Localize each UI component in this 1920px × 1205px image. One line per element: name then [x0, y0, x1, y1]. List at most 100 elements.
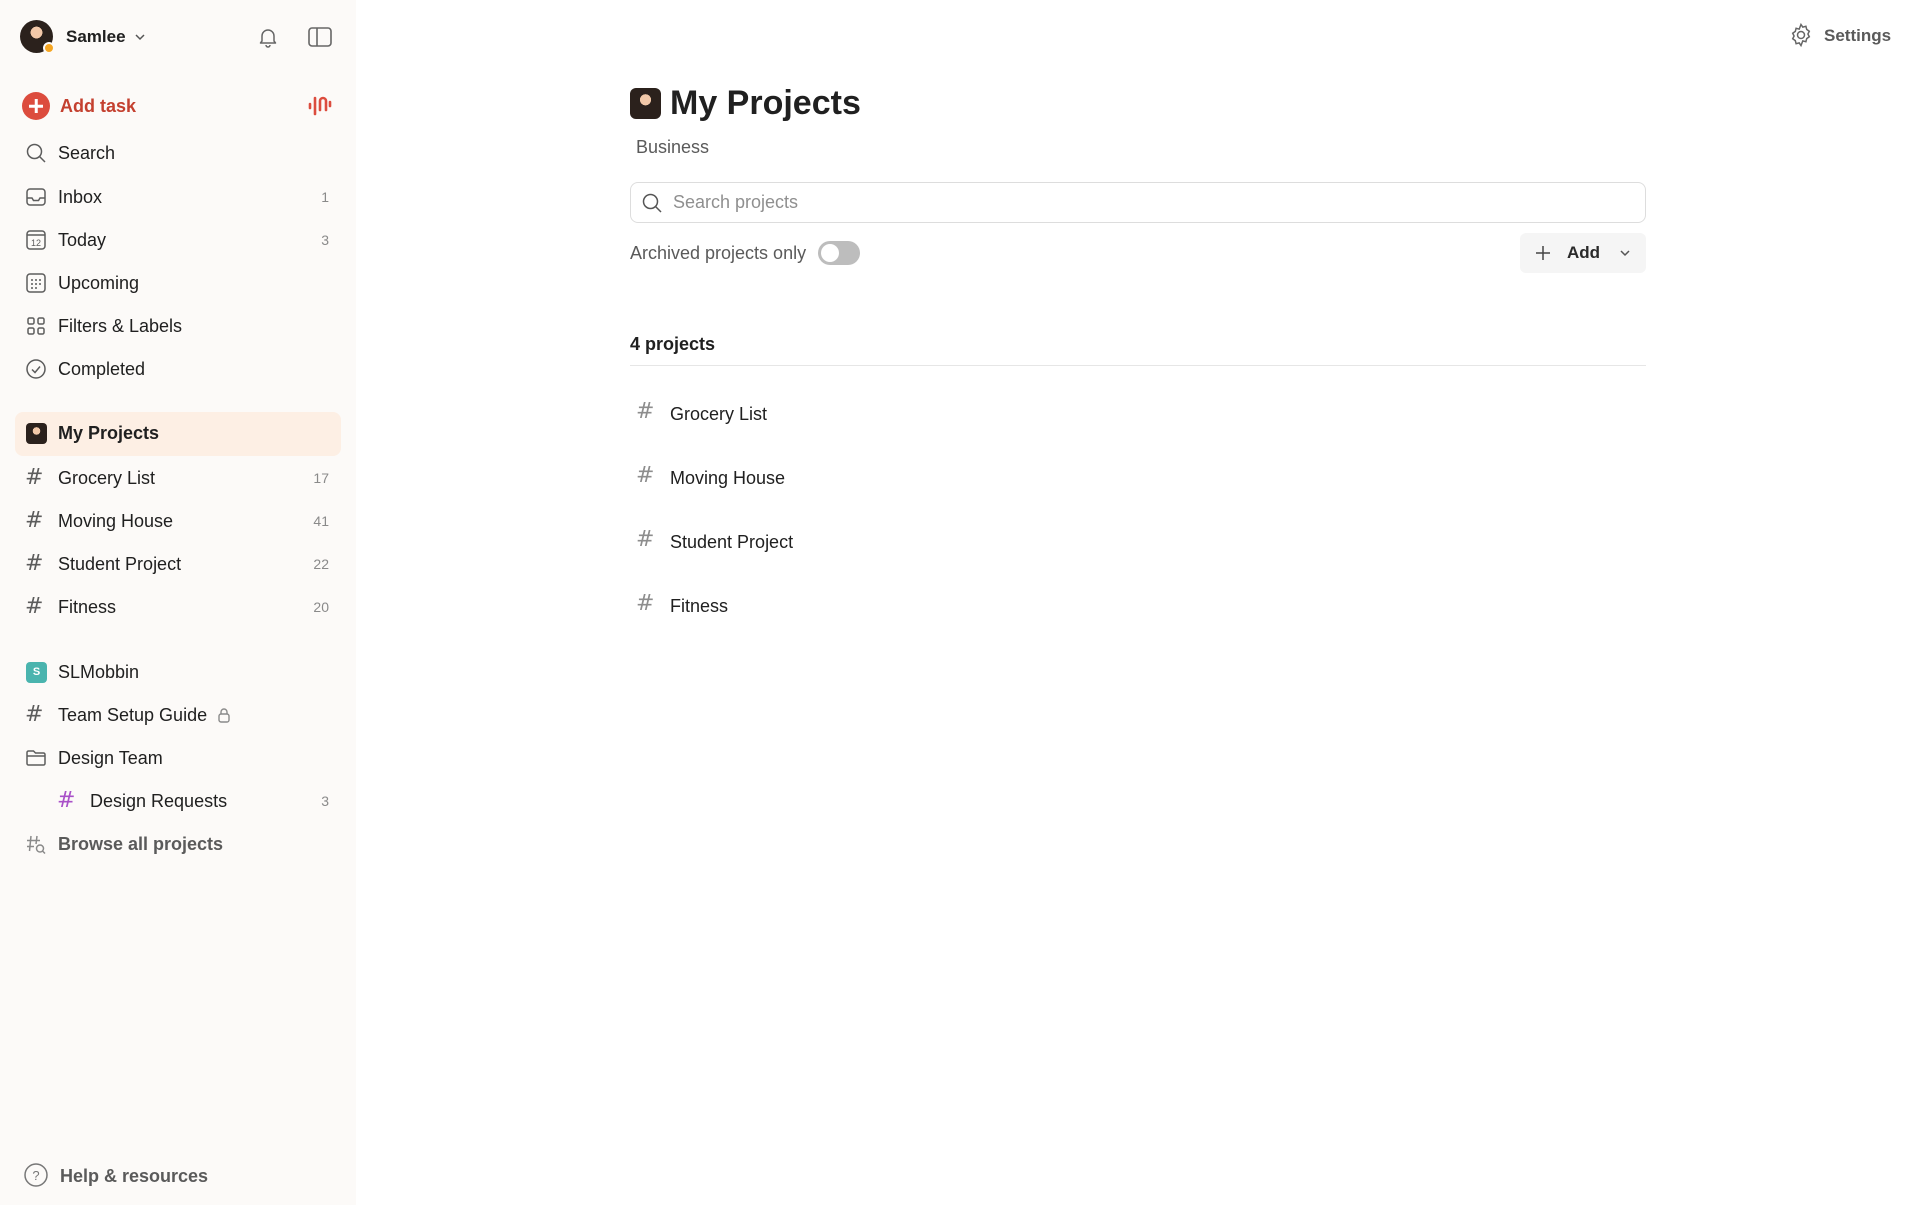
search-projects-input[interactable]: [673, 183, 1633, 221]
hash-icon: #: [636, 399, 655, 424]
page-title: My Projects: [670, 84, 861, 122]
hash-icon: #: [636, 527, 655, 552]
sidebar-header: Samlee: [0, 0, 356, 74]
nav-upcoming[interactable]: Upcoming: [15, 262, 341, 304]
settings-label: Settings: [1824, 26, 1892, 45]
add-task-button[interactable]: Add task: [20, 90, 340, 122]
sidebar-project-team-setup-guide[interactable]: # Team Setup Guide: [15, 694, 341, 736]
hash-icon: #: [636, 463, 655, 488]
nav-label: Today: [58, 230, 107, 250]
team-badge: S: [26, 662, 47, 683]
project-count: 20: [313, 599, 329, 615]
today-date: 12: [31, 238, 41, 248]
calendar-upcoming-icon: [26, 273, 46, 293]
project-row-student-project[interactable]: # Student Project: [630, 519, 1646, 567]
nav-count: 3: [321, 232, 329, 248]
sidebar-folder-design-team[interactable]: Design Team: [15, 737, 341, 779]
browse-projects-icon: [27, 835, 46, 855]
hash-icon: #: [25, 702, 44, 727]
help-resources[interactable]: ? Help & resources: [23, 1162, 323, 1190]
sidebar-project-fitness[interactable]: # Fitness 20: [15, 586, 341, 628]
add-task-label: Add task: [60, 96, 137, 116]
browse-all-projects[interactable]: Browse all projects: [15, 823, 341, 865]
projects-count-heading: 4 projects: [630, 334, 716, 354]
lock-icon: [218, 708, 230, 723]
chevron-down-icon[interactable]: [133, 30, 147, 44]
hash-icon: #: [25, 508, 44, 533]
settings-button[interactable]: Settings: [1788, 22, 1898, 50]
archived-only-label: Archived projects only: [630, 243, 807, 263]
project-label: Team Setup Guide: [58, 705, 208, 725]
user-name[interactable]: Samlee: [66, 27, 126, 47]
project-count: 3: [321, 793, 329, 809]
folder-icon: [26, 750, 46, 766]
plus-icon: [22, 92, 50, 120]
team-label: SLMobbin: [58, 662, 140, 682]
search-icon: [26, 143, 46, 163]
add-project-button[interactable]: Add: [1520, 233, 1646, 273]
chevron-down-icon: [1620, 250, 1630, 257]
status-dot: [43, 42, 55, 54]
sidebar-project-student-project[interactable]: # Student Project 22: [15, 543, 341, 585]
sidebar-project-moving-house[interactable]: # Moving House 41: [15, 500, 341, 542]
help-label: Help & resources: [60, 1166, 209, 1186]
page-subtitle: Business: [636, 137, 710, 157]
nav-label: Search: [58, 143, 116, 163]
folder-label: Design Team: [58, 748, 163, 768]
gear-icon: [1791, 22, 1811, 48]
help-icon: ?: [24, 1163, 48, 1187]
project-count: 17: [313, 470, 329, 486]
search-projects-box: [630, 182, 1646, 223]
project-label: Grocery List: [58, 468, 156, 488]
page-avatar: [630, 88, 661, 119]
archived-only-toggle[interactable]: [818, 241, 860, 265]
project-label: Fitness: [58, 597, 117, 617]
browse-label: Browse all projects: [58, 834, 224, 854]
hash-icon: #: [25, 594, 44, 619]
nav-my-projects[interactable]: My Projects: [15, 412, 341, 456]
hash-icon: #: [25, 465, 44, 490]
project-count: 41: [313, 513, 329, 529]
nav-inbox[interactable]: Inbox 1: [15, 176, 341, 218]
nav-label: Completed: [58, 359, 146, 379]
divider: [630, 365, 1646, 366]
project-label: Moving House: [58, 511, 174, 531]
user-avatar[interactable]: [20, 20, 55, 54]
plus-icon: [1536, 246, 1550, 260]
project-label: Design Requests: [90, 791, 228, 811]
nav-label: My Projects: [58, 423, 160, 443]
project-name: Student Project: [670, 532, 794, 552]
hash-icon: #: [636, 591, 655, 616]
hash-icon: #: [57, 788, 76, 813]
sidebar-project-grocery-list[interactable]: # Grocery List 17: [15, 457, 341, 499]
calendar-today-icon: 12: [26, 230, 46, 250]
my-projects-avatar: [26, 423, 47, 444]
nav-count: 1: [321, 189, 329, 205]
project-name: Grocery List: [670, 404, 768, 424]
project-row-fitness[interactable]: # Fitness: [630, 583, 1646, 631]
filters-grid-icon: [27, 317, 45, 335]
project-label: Student Project: [58, 554, 182, 574]
project-row-moving-house[interactable]: # Moving House: [630, 455, 1646, 503]
nav-completed[interactable]: Completed: [15, 348, 341, 390]
sidebar-toggle-icon[interactable]: [307, 25, 333, 49]
nav-today[interactable]: 12 Today 3: [15, 219, 341, 261]
project-name: Moving House: [670, 468, 786, 488]
sidebar-project-design-requests[interactable]: # Design Requests 3: [15, 780, 341, 822]
check-circle-icon: [26, 359, 46, 379]
project-name: Fitness: [670, 596, 729, 616]
nav-search[interactable]: Search: [15, 132, 341, 174]
nav-filters-labels[interactable]: Filters & Labels: [15, 305, 341, 347]
hash-icon: #: [25, 551, 44, 576]
ramble-icon[interactable]: [306, 90, 334, 120]
add-label: Add: [1567, 243, 1601, 262]
project-count: 22: [313, 556, 329, 572]
nav-label: Upcoming: [58, 273, 140, 293]
svg-text:?: ?: [32, 1168, 39, 1183]
bell-icon[interactable]: [256, 25, 280, 49]
project-row-grocery-list[interactable]: # Grocery List: [630, 391, 1646, 439]
nav-team-slmobbin[interactable]: S SLMobbin: [15, 651, 341, 693]
search-icon: [642, 193, 662, 213]
nav-label: Inbox: [58, 187, 103, 207]
sidebar: Samlee Add task Search Inbox 1 12 Today …: [0, 0, 356, 1205]
